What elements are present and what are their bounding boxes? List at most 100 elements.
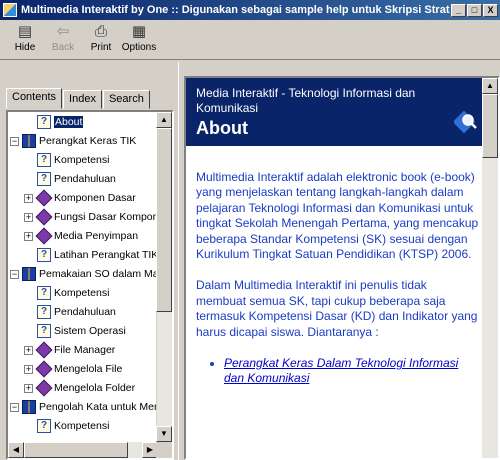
tree-item-label: Fungsi Dasar Komponen — [54, 211, 158, 223]
back-label: Back — [51, 42, 75, 53]
folder-diamond-icon — [35, 341, 53, 359]
tree-hscroll-thumb[interactable] — [24, 442, 128, 458]
topic-banner: Media Interaktif - Teknologi Informasi d… — [186, 78, 486, 146]
printer-icon: ⎙ — [94, 23, 107, 40]
print-label: Print — [90, 42, 112, 53]
tree-item[interactable]: + Fungsi Dasar Komponen — [24, 208, 158, 226]
intro-paragraph: Multimedia Interaktif adalah elektronic … — [196, 170, 479, 262]
topic-scroll-up-icon[interactable]: ▲ — [482, 78, 498, 94]
banner-title: Media Interaktif - Teknologi Informasi d… — [196, 86, 416, 115]
topic-link-perangkat-keras[interactable]: Perangkat Keras Dalam Teknologi Informas… — [224, 356, 458, 385]
tab-index[interactable]: Index — [63, 90, 102, 109]
list-item: Perangkat Keras Dalam Teknologi Informas… — [224, 356, 480, 387]
topic-vertical-scrollbar[interactable]: ▲ — [482, 78, 498, 458]
tree-item[interactable]: + Komponen Dasar — [24, 189, 136, 207]
page-title: About — [196, 118, 248, 138]
tree-vertical-scrollbar[interactable]: ▲ ▼ — [156, 112, 172, 442]
tree-item[interactable]: + File Manager — [24, 341, 116, 359]
expand-icon[interactable]: + — [24, 193, 33, 203]
folder-diamond-icon — [35, 360, 53, 378]
tree-item-label: File Manager — [54, 344, 116, 356]
back-button[interactable]: ⇦ Back — [44, 23, 82, 57]
tree-item[interactable]: + Mengelola Folder — [24, 379, 135, 397]
help-page-icon: ? — [37, 248, 51, 262]
navigation-pane: Contents Index Search ? About − Perangkat K… — [0, 62, 178, 460]
print-button[interactable]: ⎙ Print — [82, 23, 120, 57]
nav-tabs: Contents Index Search — [6, 88, 151, 110]
search-magnifier-icon — [454, 110, 477, 134]
expand-icon[interactable]: + — [24, 364, 33, 374]
scroll-corner — [156, 442, 172, 458]
tree-item[interactable]: ? Pendahuluan — [24, 304, 116, 320]
options-button[interactable]: ▦ Options — [120, 23, 158, 57]
expand-icon[interactable]: + — [24, 212, 33, 222]
maximize-button[interactable]: □ — [467, 3, 482, 17]
tree-item[interactable]: − Pengolah Kata untuk Mengh — [10, 399, 158, 415]
folder-diamond-icon — [35, 227, 53, 245]
hide-icon: ▤ — [17, 23, 33, 40]
topic-content: Multimedia Interaktif adalah elektronic … — [196, 170, 480, 387]
tree-item[interactable]: ? Latihan Perangkat TIK — [24, 247, 158, 263]
collapse-icon[interactable]: − — [10, 136, 19, 146]
tree-item[interactable]: ? Pendahuluan — [24, 171, 116, 187]
tree-item-label: Pemakaian SO dalam Manaj — [39, 268, 158, 280]
title-bar[interactable]: Multimedia Interaktif by One :: Digunaka… — [0, 0, 500, 20]
close-button[interactable]: X — [483, 3, 498, 17]
help-window: Multimedia Interaktif by One :: Digunaka… — [0, 0, 500, 460]
tab-contents-label: Contents — [12, 91, 57, 103]
tree-item-label: Mengelola File — [54, 363, 123, 375]
tree-item-label: Sistem Operasi — [54, 325, 126, 337]
tab-search[interactable]: Search — [102, 90, 150, 109]
scope-paragraph: Dalam Multimedia Interaktif ini penulis … — [196, 278, 478, 339]
tree-item[interactable]: ? About — [24, 114, 84, 130]
minimize-button[interactable]: _ — [451, 3, 466, 17]
scroll-up-icon[interactable]: ▲ — [156, 112, 172, 128]
topic-link-list: Perangkat Keras Dalam Teknologi Informas… — [196, 356, 480, 387]
folder-diamond-icon — [35, 189, 53, 207]
tab-contents[interactable]: Contents — [6, 88, 63, 109]
book-icon — [22, 400, 36, 414]
toolbar: ▤ Hide ⇦ Back ⎙ Print ▦ Options — [0, 20, 500, 60]
help-page-icon: ? — [37, 419, 51, 433]
tree-item[interactable]: − Pemakaian SO dalam Manaj — [10, 266, 158, 282]
tree-item[interactable]: ? Kompetensi — [24, 152, 109, 168]
tree-item[interactable]: ? Kompetensi — [24, 418, 109, 434]
app-icon — [3, 3, 17, 17]
tree-item[interactable]: − Perangkat Keras TIK — [10, 133, 136, 149]
tree-item-label: About — [54, 116, 84, 128]
tree-item-label: Komponen Dasar — [54, 192, 136, 204]
folder-diamond-icon — [35, 379, 53, 397]
tree-items: ? About − Perangkat Keras TIK? Kompetensi? Pe… — [8, 112, 158, 442]
tab-index-label: Index — [69, 93, 96, 105]
options-label: Options — [121, 42, 157, 53]
back-arrow-icon: ⇦ — [56, 23, 70, 40]
tree-item-label: Latihan Perangkat TIK — [54, 249, 158, 261]
expand-icon[interactable]: + — [24, 345, 33, 355]
scroll-down-icon[interactable]: ▼ — [156, 426, 172, 442]
tree-scroll-thumb[interactable] — [156, 128, 172, 312]
tree-item[interactable]: ? Kompetensi — [24, 285, 109, 301]
topic-scroll-thumb[interactable] — [482, 94, 498, 158]
collapse-icon[interactable]: − — [10, 402, 19, 412]
tree-horizontal-scrollbar[interactable]: ◀ ▶ — [8, 442, 158, 458]
help-page-icon: ? — [37, 172, 51, 186]
tree-item[interactable]: + Media Penyimpan — [24, 227, 139, 245]
hide-button[interactable]: ▤ Hide — [6, 23, 44, 57]
tab-search-label: Search — [108, 93, 144, 105]
scroll-left-icon[interactable]: ◀ — [8, 442, 24, 458]
help-page-icon: ? — [37, 305, 51, 319]
topic-pane: Media Interaktif - Teknologi Informasi d… — [184, 76, 500, 460]
expand-icon[interactable]: + — [24, 231, 33, 241]
hide-label: Hide — [14, 42, 36, 53]
collapse-icon[interactable]: − — [10, 269, 19, 279]
expand-icon[interactable]: + — [24, 383, 33, 393]
tree-item[interactable]: ? Sistem Operasi — [24, 323, 126, 339]
contents-tree: ? About − Perangkat Keras TIK? Kompetensi? Pe… — [6, 110, 174, 460]
window-controls: _ □ X — [450, 3, 498, 17]
tree-item-label: Kompetensi — [54, 287, 110, 299]
help-page-icon: ? — [37, 324, 51, 338]
tree-item-label: Kompetensi — [54, 420, 110, 432]
tree-item-label: Media Penyimpan — [54, 230, 139, 242]
tree-item-label: Pendahuluan — [54, 173, 116, 185]
tree-item[interactable]: + Mengelola File — [24, 360, 123, 378]
